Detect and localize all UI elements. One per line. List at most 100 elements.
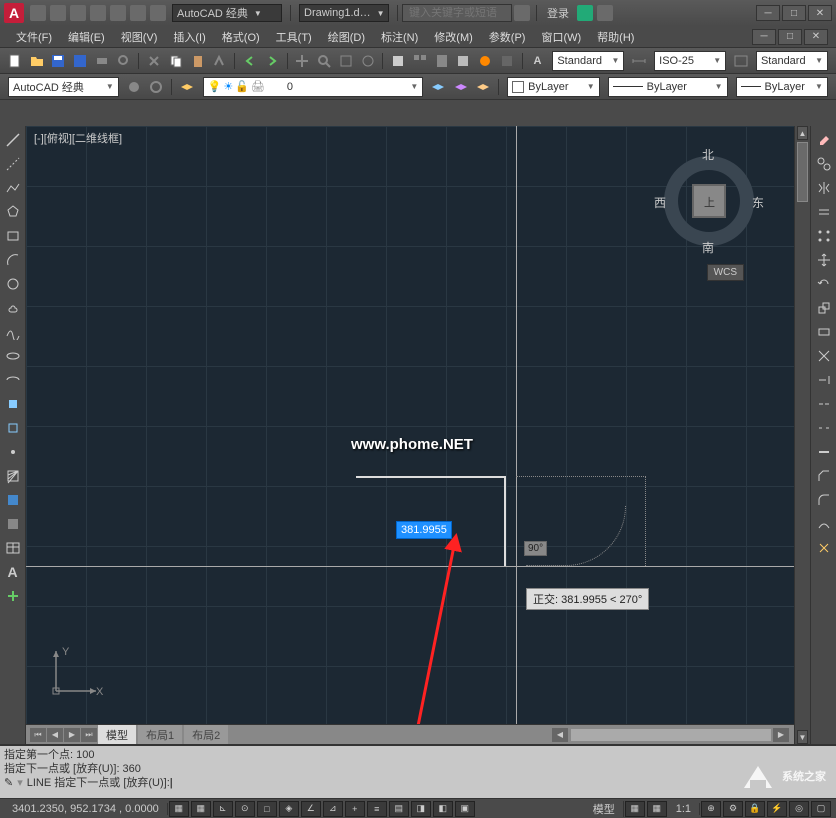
dynamic-input[interactable]: 381.9955 xyxy=(396,521,452,539)
snap-toggle[interactable]: ▦ xyxy=(169,801,189,817)
circle-icon[interactable] xyxy=(2,273,24,295)
move-icon[interactable] xyxy=(813,249,835,271)
color-combo[interactable]: ByLayer▼ xyxy=(507,77,599,97)
workspace-combo[interactable]: AutoCAD 经典 ▼ xyxy=(172,4,282,22)
scale-icon[interactable] xyxy=(813,297,835,319)
pan-icon[interactable] xyxy=(292,50,312,72)
erase-icon[interactable] xyxy=(813,129,835,151)
menu-format[interactable]: 格式(O) xyxy=(214,27,268,47)
polyline-icon[interactable] xyxy=(2,177,24,199)
copy-obj-icon[interactable] xyxy=(813,153,835,175)
sheet-set-icon[interactable] xyxy=(454,50,474,72)
menu-dimension[interactable]: 标注(N) xyxy=(373,27,426,47)
text-style-icon[interactable]: A xyxy=(528,50,548,72)
hardware-accel-icon[interactable]: ⚡ xyxy=(767,801,787,817)
quickview-layouts-icon[interactable]: ▦ xyxy=(625,801,645,817)
scroll-up-icon[interactable]: ▲ xyxy=(797,126,808,140)
chamfer-icon[interactable] xyxy=(813,465,835,487)
quickcalc-icon[interactable] xyxy=(497,50,517,72)
layer-state-icon[interactable] xyxy=(451,76,471,98)
model-space-label[interactable]: 模型 xyxy=(585,801,624,817)
ducs-toggle[interactable]: ⊿ xyxy=(323,801,343,817)
region-icon[interactable] xyxy=(2,513,24,535)
tab-model[interactable]: 模型 xyxy=(98,725,136,745)
hscrollbar[interactable] xyxy=(571,729,771,741)
polygon-icon[interactable] xyxy=(2,201,24,223)
coords-readout[interactable]: 3401.2350, 952.1734 , 0.0000 xyxy=(4,803,168,815)
extend-icon[interactable] xyxy=(813,369,835,391)
undo-icon[interactable] xyxy=(240,50,260,72)
qat-item[interactable] xyxy=(30,5,46,21)
qat-item[interactable] xyxy=(50,5,66,21)
ellipse-icon[interactable] xyxy=(2,345,24,367)
qat-item[interactable] xyxy=(150,5,166,21)
search-icon[interactable] xyxy=(514,5,530,21)
copy-icon[interactable] xyxy=(166,50,186,72)
drawing-canvas[interactable]: [-][俯视][二维线框] 381.9955 90° 正交: 381.9955 … xyxy=(26,126,794,724)
table-style-icon[interactable] xyxy=(731,50,751,72)
sc-toggle[interactable]: ◧ xyxy=(433,801,453,817)
hscroll-right-icon[interactable]: ▶ xyxy=(773,728,789,742)
linetype-combo[interactable]: ByLayer▼ xyxy=(608,77,728,97)
annotation-scale[interactable]: 1:1 xyxy=(668,803,700,815)
menu-draw[interactable]: 绘图(D) xyxy=(320,27,373,47)
qat-item[interactable] xyxy=(70,5,86,21)
open-icon[interactable] xyxy=(27,50,47,72)
cut-icon[interactable] xyxy=(144,50,164,72)
tool-palette-icon[interactable] xyxy=(432,50,452,72)
redo-icon[interactable] xyxy=(262,50,282,72)
print-icon[interactable] xyxy=(92,50,112,72)
hatch-icon[interactable] xyxy=(2,465,24,487)
close-button[interactable]: ✕ xyxy=(808,5,832,21)
tab-layout1[interactable]: 布局1 xyxy=(138,725,182,745)
clean-screen-icon[interactable]: ▢ xyxy=(811,801,831,817)
menu-window[interactable]: 窗口(W) xyxy=(533,27,589,47)
arc-icon[interactable] xyxy=(2,249,24,271)
menu-tools[interactable]: 工具(T) xyxy=(268,27,320,47)
saveas-icon[interactable] xyxy=(70,50,90,72)
join-icon[interactable] xyxy=(813,441,835,463)
hscroll-left-icon[interactable]: ◀ xyxy=(552,728,568,742)
menu-view[interactable]: 视图(V) xyxy=(113,27,166,47)
tab-first-icon[interactable]: ⏮ xyxy=(30,728,46,742)
line-icon[interactable] xyxy=(2,129,24,151)
make-block-icon[interactable] xyxy=(2,417,24,439)
app-logo[interactable]: A xyxy=(4,3,24,23)
polar-toggle[interactable]: ⊙ xyxy=(235,801,255,817)
qat-item[interactable] xyxy=(110,5,126,21)
rotate-icon[interactable] xyxy=(813,273,835,295)
command-line[interactable]: 指定第一个点: 100 指定下一点或 [放弃(U)]: 360 ✎ ▾ LINE… xyxy=(0,744,836,798)
fillet-icon[interactable] xyxy=(813,489,835,511)
explode-icon[interactable] xyxy=(813,537,835,559)
table-icon[interactable] xyxy=(2,537,24,559)
isolate-objects-icon[interactable]: ◎ xyxy=(789,801,809,817)
menu-edit[interactable]: 编辑(E) xyxy=(60,27,113,47)
maximize-button[interactable]: □ xyxy=(782,5,806,21)
preview-icon[interactable] xyxy=(114,50,134,72)
menu-parametric[interactable]: 参数(P) xyxy=(481,27,534,47)
tpy-toggle[interactable]: ▤ xyxy=(389,801,409,817)
annotation-visibility-icon[interactable]: ⊕ xyxy=(701,801,721,817)
offset-icon[interactable] xyxy=(813,201,835,223)
break-icon[interactable] xyxy=(813,417,835,439)
insert-block-icon[interactable] xyxy=(2,393,24,415)
new-icon[interactable] xyxy=(5,50,25,72)
am-toggle[interactable]: ▣ xyxy=(455,801,475,817)
break-at-point-icon[interactable] xyxy=(813,393,835,415)
tab-prev-icon[interactable]: ◀ xyxy=(47,728,63,742)
otrack-toggle[interactable]: ∠ xyxy=(301,801,321,817)
grid-toggle[interactable]: ▦ xyxy=(191,801,211,817)
zoom-window-icon[interactable] xyxy=(336,50,356,72)
wcs-badge[interactable]: WCS xyxy=(707,264,744,281)
blend-icon[interactable] xyxy=(813,513,835,535)
construction-line-icon[interactable] xyxy=(2,153,24,175)
doc-minimize-button[interactable]: ─ xyxy=(752,29,776,45)
scroll-thumb[interactable] xyxy=(797,142,808,202)
gear-icon[interactable] xyxy=(146,76,166,98)
design-center-icon[interactable] xyxy=(410,50,430,72)
markup-icon[interactable] xyxy=(475,50,495,72)
menu-file[interactable]: 文件(F) xyxy=(8,27,60,47)
properties-icon[interactable] xyxy=(388,50,408,72)
qat-item[interactable] xyxy=(130,5,146,21)
vscrollbar[interactable]: ▲ ▼ xyxy=(794,126,810,744)
